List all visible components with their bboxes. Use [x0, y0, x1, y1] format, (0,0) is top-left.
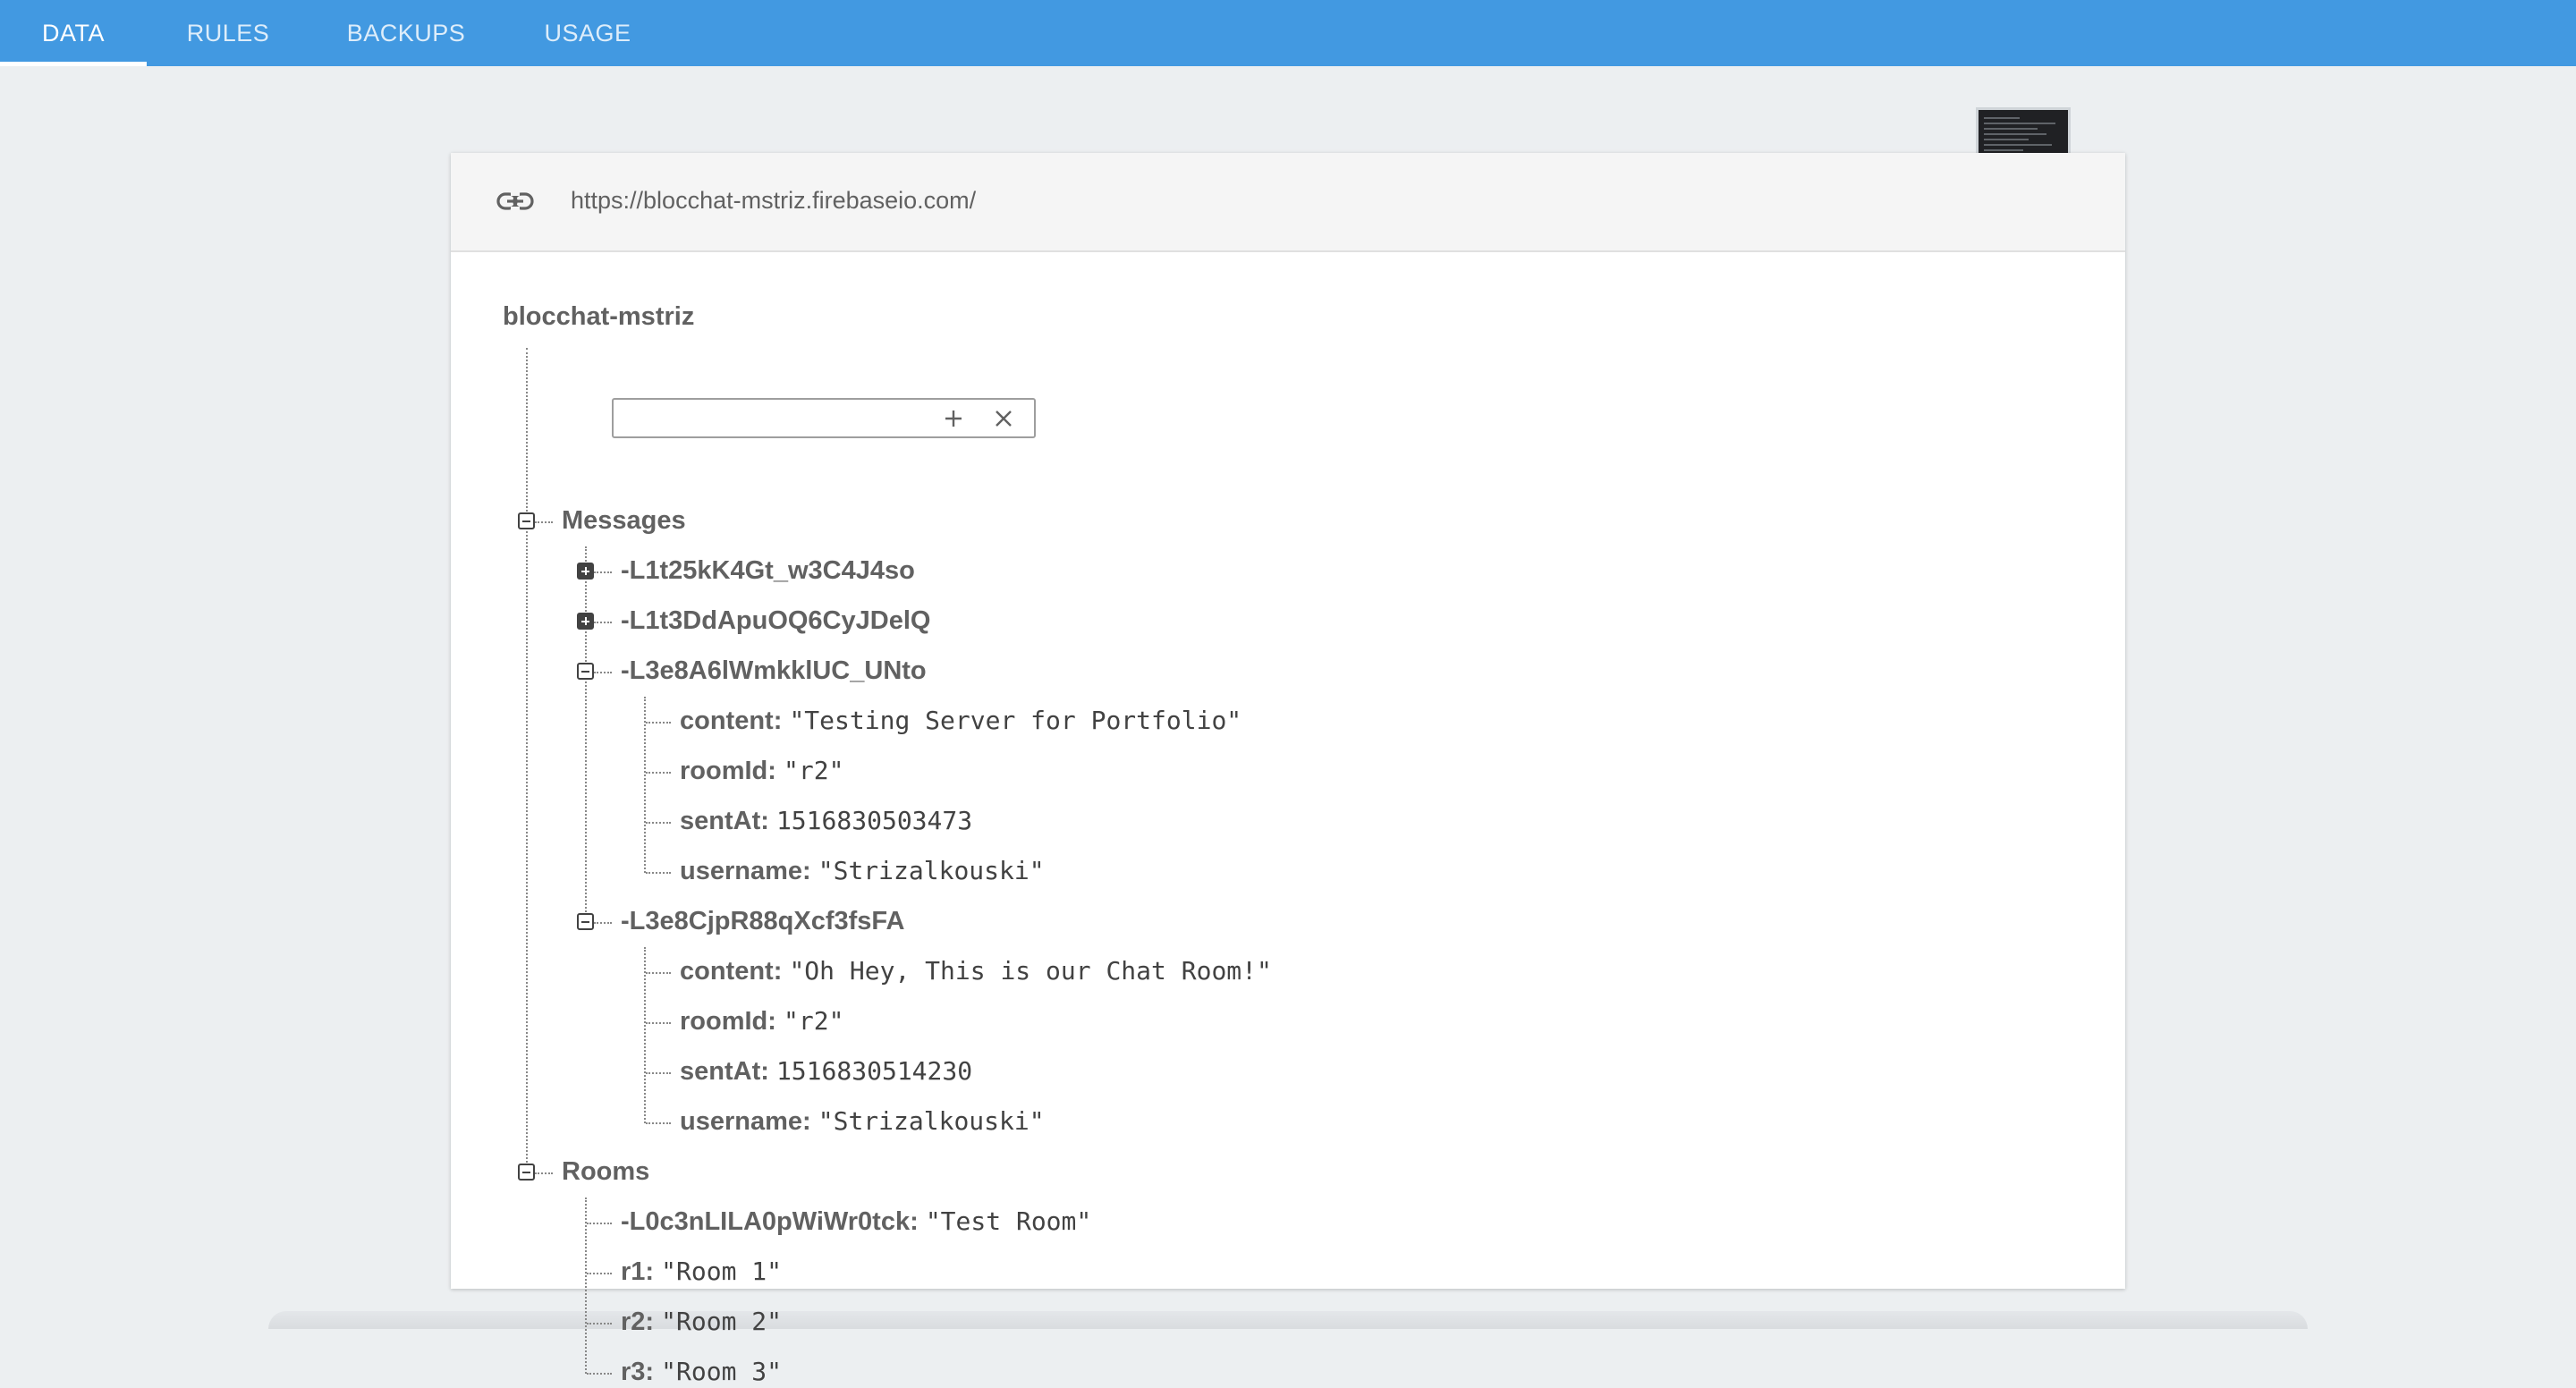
tree-connector: [594, 571, 612, 573]
tree-leaf[interactable]: username: "Strizalkouski": [680, 855, 1045, 887]
leaf-key: sentAt:: [680, 807, 769, 835]
leaf-value[interactable]: "Strizalkouski": [818, 856, 1045, 885]
leaf-value[interactable]: 1516830503473: [776, 806, 972, 835]
tree-root-key[interactable]: blocchat-mstriz: [503, 300, 694, 333]
tree-connector: [594, 622, 612, 623]
leaf-value[interactable]: "r2": [784, 756, 843, 785]
minimap-line: [1984, 133, 2046, 135]
tree-leaf[interactable]: roomId: "r2": [680, 755, 843, 787]
tree-connector: [646, 772, 671, 774]
collapse-toggle-icon[interactable]: [518, 1164, 535, 1181]
database-data-panel: https://blocchat-mstriz.firebaseio.com/ …: [451, 153, 2125, 1386]
tree-connector: [587, 1223, 612, 1224]
node-hover-box: [612, 398, 1036, 438]
leaf-key: content:: [680, 707, 783, 735]
tree-leaf[interactable]: sentAt: 1516830514230: [680, 1055, 972, 1088]
tree-connector: [646, 1072, 671, 1074]
tree-leaf[interactable]: sentAt: 1516830503473: [680, 805, 972, 837]
panel-bottom-shadow: [268, 1311, 2308, 1329]
tree-leaf[interactable]: r2: "Room 2": [621, 1306, 782, 1338]
leaf-value[interactable]: "Room 2": [661, 1307, 782, 1336]
database-url-bar: https://blocchat-mstriz.firebaseio.com/: [451, 153, 2125, 252]
plus-icon[interactable]: [939, 404, 968, 433]
tree-connector: [646, 972, 671, 974]
leaf-value[interactable]: "Testing Server for Portfolio": [789, 706, 1241, 735]
collapse-toggle-icon[interactable]: [577, 663, 594, 680]
console-tab-bar: DATA RULES BACKUPS USAGE: [0, 0, 2576, 66]
leaf-key: r1:: [621, 1257, 655, 1286]
minimap-line: [1984, 144, 2052, 146]
leaf-key: username:: [680, 1107, 811, 1136]
tree-connector: [594, 922, 612, 924]
tab-rules[interactable]: RULES: [165, 0, 292, 66]
expand-toggle-icon[interactable]: [577, 613, 594, 630]
tree-node-message-key[interactable]: -L3e8CjpR88qXcf3fsFA: [621, 905, 905, 937]
leaf-value[interactable]: "r2": [784, 1006, 843, 1036]
leaf-value[interactable]: "Oh Hey, This is our Chat Room!": [789, 956, 1271, 986]
minimap-line: [1984, 123, 2055, 124]
tree-connector: [646, 822, 671, 824]
tree-connector: [646, 1022, 671, 1024]
leaf-key: r2:: [621, 1308, 655, 1336]
tree-connector: [594, 672, 612, 673]
tree-node-message-key[interactable]: -L1t25kK4Gt_w3C4J4so: [621, 554, 915, 587]
tree-leaf[interactable]: r3: "Room 3": [621, 1356, 782, 1388]
tree-leaf[interactable]: -L0c3nLILA0pWiWr0tck: "Test Room": [621, 1206, 1091, 1238]
tree-connector: [535, 1172, 553, 1174]
tree-connector: [646, 1122, 671, 1124]
database-url[interactable]: https://blocchat-mstriz.firebaseio.com/: [571, 187, 976, 215]
tree-connector: [587, 1323, 612, 1325]
minimap-line: [1984, 139, 2029, 140]
link-icon[interactable]: [496, 185, 535, 217]
leaf-value[interactable]: "Strizalkouski": [818, 1106, 1045, 1136]
minimap-line: [1984, 149, 2023, 151]
tree-node-messages[interactable]: Messages: [562, 504, 686, 537]
tree-node-message-key[interactable]: -L1t3DdApuOQ6CyJDelQ: [621, 605, 930, 637]
collapse-toggle-icon[interactable]: [518, 512, 535, 529]
tab-backups[interactable]: BACKUPS: [327, 0, 485, 66]
tree-node-rooms[interactable]: Rooms: [562, 1155, 649, 1188]
tree-connector: [526, 348, 528, 1173]
leaf-key: -L0c3nLILA0pWiWr0tck:: [621, 1207, 919, 1236]
tree-connector: [585, 546, 587, 922]
close-icon[interactable]: [989, 404, 1018, 433]
leaf-key: roomId:: [680, 757, 776, 785]
tree-leaf[interactable]: content: "Testing Server for Portfolio": [680, 705, 1241, 737]
tab-usage[interactable]: USAGE: [524, 0, 651, 66]
leaf-value[interactable]: "Room 1": [661, 1257, 782, 1286]
leaf-value[interactable]: "Room 3": [661, 1357, 782, 1386]
tree-leaf[interactable]: username: "Strizalkouski": [680, 1105, 1045, 1138]
leaf-key: r3:: [621, 1358, 655, 1386]
leaf-key: roomId:: [680, 1007, 776, 1036]
tree-connector: [587, 1273, 612, 1274]
tab-data[interactable]: DATA: [0, 0, 147, 66]
tree-connector: [646, 722, 671, 724]
tree-leaf[interactable]: content: "Oh Hey, This is our Chat Room!…: [680, 955, 1272, 987]
tree-leaf[interactable]: r1: "Room 1": [621, 1256, 782, 1288]
tree-connector: [535, 521, 553, 523]
minimap-line: [1984, 117, 2020, 119]
tree-connector: [646, 872, 671, 874]
leaf-key: sentAt:: [680, 1057, 769, 1086]
tree-connector: [587, 1373, 612, 1375]
expand-toggle-icon[interactable]: [577, 563, 594, 580]
leaf-value[interactable]: "Test Room": [926, 1206, 1091, 1236]
leaf-key: username:: [680, 857, 811, 885]
leaf-key: content:: [680, 957, 783, 986]
minimap-line: [1984, 128, 2038, 130]
tree-leaf[interactable]: roomId: "r2": [680, 1005, 843, 1037]
leaf-value[interactable]: 1516830514230: [776, 1056, 972, 1086]
collapse-toggle-icon[interactable]: [577, 913, 594, 930]
tree-node-message-key[interactable]: -L3e8A6lWmkklUC_UNto: [621, 655, 927, 687]
